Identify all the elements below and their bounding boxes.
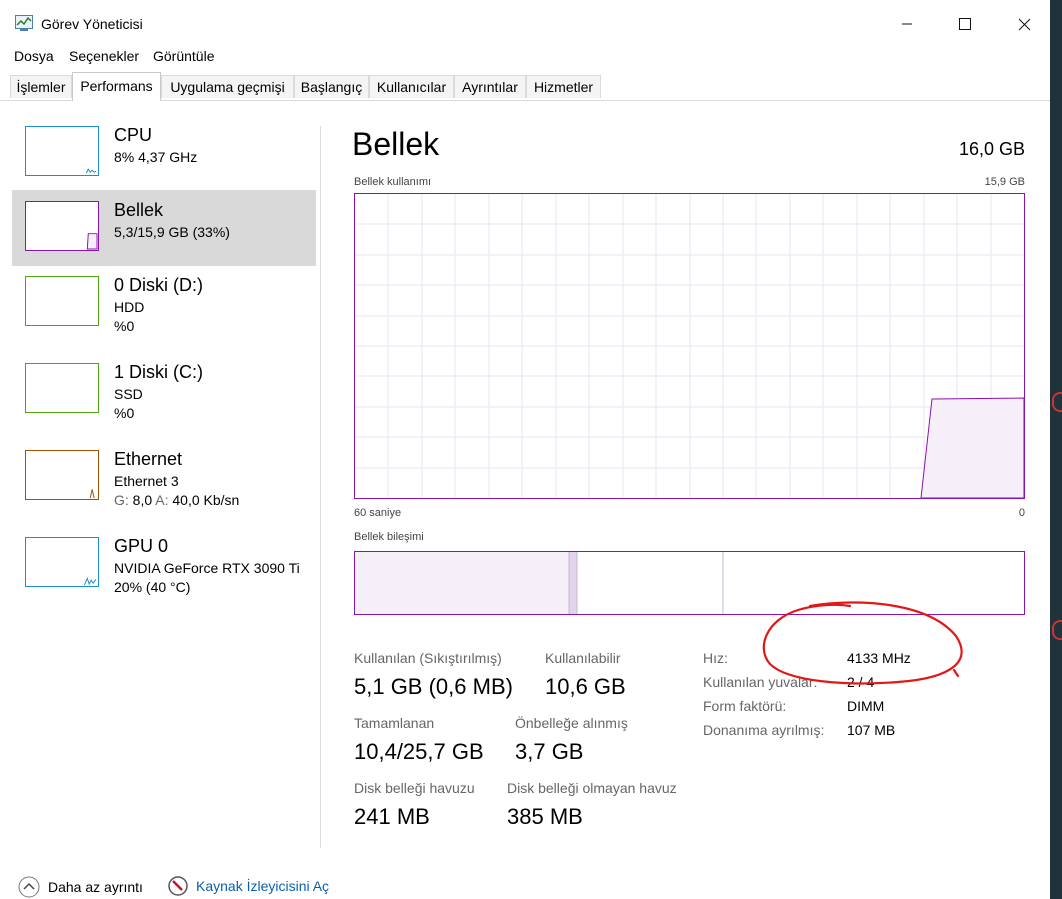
stat-available-label: Kullanılabilir bbox=[545, 650, 621, 666]
sidebar-ethernet-adapter: Ethernet 3 bbox=[114, 473, 179, 489]
usage-graph-max: 15,9 GB bbox=[984, 176, 1025, 188]
disk-d-thumbnail-graph bbox=[25, 276, 99, 326]
sidebar-disk-c-label: 1 Diski (C:) bbox=[114, 362, 203, 382]
memory-usage-graph bbox=[354, 193, 1025, 499]
sidebar-disk-d-label: 0 Diski (D:) bbox=[114, 275, 203, 295]
prop-reserved-label: Donanıma ayrılmış: bbox=[703, 722, 825, 738]
ethernet-recv-value: 40,0 Kb/sn bbox=[172, 492, 240, 508]
ethernet-recv-label: A: bbox=[155, 492, 169, 508]
stat-nonpaged-pool-value: 385 MB bbox=[507, 804, 583, 829]
gpu-thumbnail-graph bbox=[25, 537, 99, 587]
memory-thumbnail-graph bbox=[25, 201, 99, 251]
stat-committed-label: Tamamlanan bbox=[354, 715, 435, 731]
prop-speed-label: Hız: bbox=[703, 650, 728, 666]
ethernet-send-label: G: bbox=[114, 492, 129, 508]
fewer-details-label: Daha az ayrıntı bbox=[48, 879, 143, 895]
composition-label: Bellek bileşimi bbox=[354, 531, 424, 543]
chevron-up-circle-icon bbox=[18, 876, 40, 898]
stat-available-value: 10,6 GB bbox=[545, 674, 626, 699]
menu-file[interactable]: Dosya bbox=[14, 48, 54, 64]
tab-users[interactable]: Kullanıcılar bbox=[369, 75, 454, 98]
minimize-button[interactable] bbox=[884, 6, 930, 42]
sidebar-cpu-detail: 8% 4,37 GHz bbox=[114, 149, 198, 165]
sidebar-item-disk-d[interactable]: 0 Diski (D:) HDD %0 bbox=[12, 265, 316, 341]
resource-monitor-icon bbox=[168, 876, 188, 896]
sidebar-memory-detail: 5,3/15,9 GB (33%) bbox=[114, 224, 230, 240]
sidebar-memory-label: Bellek bbox=[114, 200, 164, 220]
desktop-red-mark bbox=[1052, 392, 1062, 412]
sidebar-gpu-model: NVIDIA GeForce RTX 3090 Ti bbox=[114, 560, 300, 576]
tab-startup[interactable]: Başlangıç bbox=[294, 75, 369, 98]
minimize-icon bbox=[902, 23, 912, 25]
ethernet-send-value: 8,0 bbox=[132, 492, 153, 508]
sidebar-item-cpu[interactable]: CPU 8% 4,37 GHz bbox=[12, 115, 316, 191]
open-resource-monitor-link[interactable]: Kaynak İzleyicisini Aç bbox=[168, 876, 329, 896]
red-circle-annotation bbox=[762, 601, 963, 685]
tab-processes[interactable]: İşlemler bbox=[10, 75, 72, 98]
prop-reserved-value: 107 MB bbox=[847, 722, 896, 738]
tab-services[interactable]: Hizmetler bbox=[526, 75, 601, 98]
title-bar: Görev Yöneticisi bbox=[0, 0, 1050, 44]
close-icon bbox=[1018, 18, 1030, 30]
sidebar-gpu-label: GPU 0 bbox=[114, 536, 169, 556]
task-manager-app-icon bbox=[15, 15, 33, 31]
stat-nonpaged-pool-label: Disk belleği olmayan havuz bbox=[507, 780, 677, 796]
page-title: Bellek bbox=[352, 126, 440, 162]
sidebar-cpu-label: CPU bbox=[114, 125, 153, 145]
menu-options[interactable]: Seçenekler bbox=[69, 48, 139, 64]
resource-monitor-label: Kaynak İzleyicisini Aç bbox=[196, 878, 330, 894]
disk-c-thumbnail-graph bbox=[25, 363, 99, 413]
prop-form-factor-label: Form faktörü: bbox=[703, 698, 787, 714]
maximize-button[interactable] bbox=[942, 6, 988, 42]
task-manager-window: Görev Yöneticisi Dosya Seçenekler Görünt… bbox=[0, 0, 1051, 899]
menu-view[interactable]: Görüntüle bbox=[153, 48, 214, 64]
stat-paged-pool-value: 241 MB bbox=[354, 804, 430, 829]
cpu-thumbnail-graph bbox=[25, 126, 99, 176]
tab-strip: İşlemler Performans Uygulama geçmişi Baş… bbox=[0, 72, 1050, 101]
prop-form-factor-value: DIMM bbox=[847, 698, 885, 714]
sidebar-disk-c-usage: %0 bbox=[114, 405, 135, 421]
stat-cached-label: Önbelleğe alınmış bbox=[515, 715, 628, 731]
stat-committed-value: 10,4/25,7 GB bbox=[354, 739, 484, 764]
tab-app-history[interactable]: Uygulama geçmişi bbox=[161, 75, 294, 98]
desktop-red-mark bbox=[1052, 620, 1062, 640]
sidebar-item-disk-c[interactable]: 1 Diski (C:) SSD %0 bbox=[12, 352, 316, 428]
sidebar-ethernet-throughput: G: 8,0 A: 40,0 Kb/sn bbox=[114, 492, 239, 508]
sidebar-disk-d-type: HDD bbox=[114, 299, 145, 315]
maximize-icon bbox=[959, 18, 971, 30]
memory-usage-area bbox=[920, 397, 1024, 498]
usage-graph-label: Bellek kullanımı bbox=[354, 176, 432, 188]
time-axis-left: 60 saniye bbox=[354, 507, 402, 519]
desktop-background bbox=[1050, 0, 1062, 899]
time-axis-right: 0 bbox=[1018, 507, 1025, 519]
window-title: Görev Yöneticisi bbox=[41, 16, 143, 32]
sidebar-ethernet-label: Ethernet bbox=[114, 449, 183, 469]
sidebar-item-memory[interactable]: Bellek 5,3/15,9 GB (33%) bbox=[12, 190, 316, 266]
composition-in-use bbox=[355, 552, 569, 614]
sidebar-disk-d-usage: %0 bbox=[114, 318, 135, 334]
tab-performance[interactable]: Performans bbox=[72, 72, 161, 101]
composition-modified bbox=[569, 552, 577, 614]
sidebar-divider bbox=[320, 126, 321, 848]
stat-paged-pool-label: Disk belleği havuzu bbox=[354, 780, 475, 796]
memory-total: 16,0 GB bbox=[958, 139, 1025, 159]
ethernet-thumbnail-graph bbox=[25, 450, 99, 500]
close-button[interactable] bbox=[1001, 6, 1047, 42]
fewer-details-button[interactable]: Daha az ayrıntı bbox=[18, 876, 143, 898]
sidebar-item-ethernet[interactable]: Ethernet Ethernet 3 G: 8,0 A: 40,0 Kb/sn bbox=[12, 439, 316, 515]
stat-in-use-value: 5,1 GB (0,6 MB) bbox=[354, 674, 513, 699]
sidebar-gpu-usage: 20% (40 °C) bbox=[114, 579, 191, 595]
tab-details[interactable]: Ayrıntılar bbox=[454, 75, 526, 98]
sidebar-item-gpu[interactable]: GPU 0 NVIDIA GeForce RTX 3090 Ti 20% (40… bbox=[12, 526, 316, 602]
sidebar-disk-c-type: SSD bbox=[114, 386, 143, 402]
stat-cached-value: 3,7 GB bbox=[515, 739, 584, 764]
stat-in-use-label: Kullanılan (Sıkıştırılmış) bbox=[354, 650, 502, 666]
